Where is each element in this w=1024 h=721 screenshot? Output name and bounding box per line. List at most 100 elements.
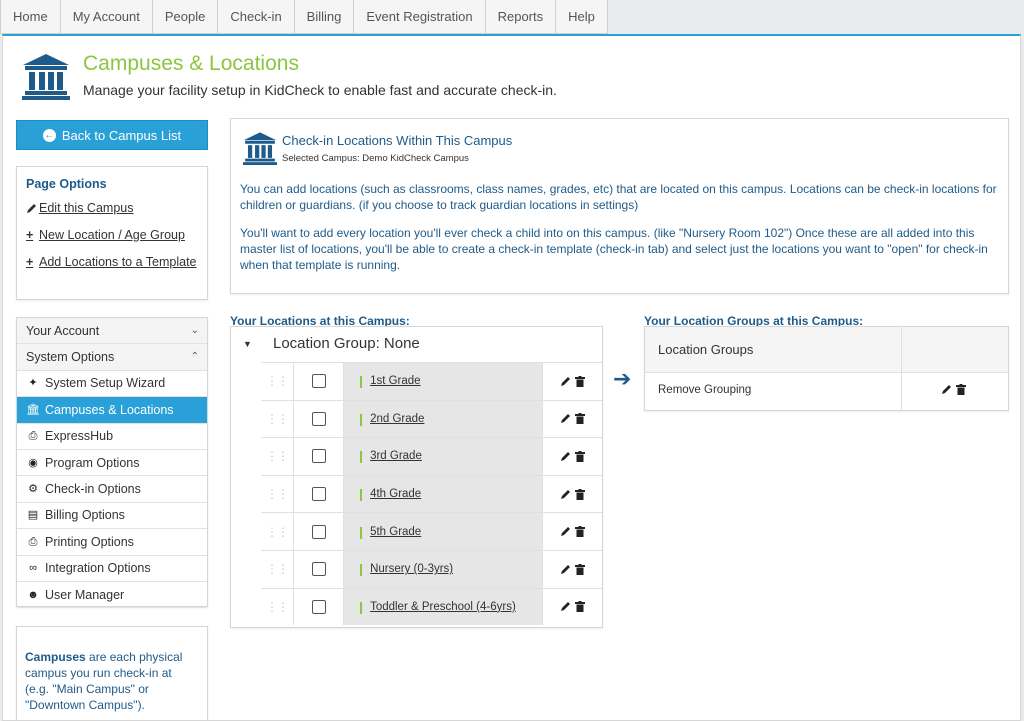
menu-item-program-options[interactable]: ◉ Program Options <box>17 450 207 477</box>
menu-item-printing-options[interactable]: ⎙ Printing Options <box>17 529 207 556</box>
edit-campus-label: Edit this Campus <box>39 201 134 215</box>
menu-item-billing-options[interactable]: ▤ Billing Options <box>17 503 207 530</box>
nav-tab-billing[interactable]: Billing <box>294 0 355 34</box>
nav-tab-my-account[interactable]: My Account <box>60 0 153 34</box>
back-button-label: Back to Campus List <box>61 127 182 143</box>
nav-tab-help[interactable]: Help <box>556 0 608 34</box>
printer-icon: ⎙ <box>28 430 38 443</box>
add-locations-template-link[interactable]: + Add Locations to a Template <box>26 255 198 269</box>
trash-icon[interactable] <box>575 526 585 538</box>
location-name-cell: ❙ Nursery (0-3yrs) <box>344 550 543 588</box>
menu-item-campuses-locations[interactable]: 🏛 Campuses & Locations <box>17 397 207 424</box>
nav-tab-reports[interactable]: Reports <box>485 0 557 34</box>
location-name-link[interactable]: 3rd Grade <box>370 450 422 462</box>
caret-down-icon: ▼ <box>243 339 252 349</box>
intro-title: Check-in Locations Within This Campus <box>282 133 513 148</box>
nav-tab-check-in[interactable]: Check-in <box>218 0 295 34</box>
locations-panel: ▼ Location Group: None ⋮⋮ ❙ 1st Grade ⋮⋮ … <box>230 326 603 628</box>
table-row: ⋮⋮ ❙ 1st Grade <box>261 362 602 400</box>
location-name-link[interactable]: 2nd Grade <box>370 413 424 425</box>
group-name: Remove Grouping <box>658 384 752 396</box>
menu-item-label: Printing Options <box>45 534 134 549</box>
printer-icon: ⎙ <box>28 535 38 548</box>
drag-handle-icon[interactable]: ⋮⋮ <box>261 400 294 438</box>
child-icon: ❙ <box>356 449 367 464</box>
location-checkbox-cell <box>294 438 344 475</box>
menu-item-user-manager[interactable]: ☻ User Manager <box>17 582 207 609</box>
building-columns-icon <box>21 52 71 100</box>
location-checkbox-cell <box>294 588 344 626</box>
your-account-label: Your Account <box>26 323 100 338</box>
location-checkbox[interactable] <box>311 487 326 502</box>
drag-handle-icon[interactable]: ⋮⋮ <box>261 513 294 550</box>
pencil-icon[interactable] <box>560 526 571 537</box>
edit-campus-link[interactable]: Edit this Campus <box>26 201 198 215</box>
back-to-campus-list-button[interactable]: ← Back to Campus List <box>16 120 208 150</box>
row-actions <box>543 401 602 438</box>
campuses-info-box: Campuses are each physical campus you ru… <box>16 626 208 720</box>
location-checkbox[interactable] <box>311 374 326 389</box>
location-groups-header-label: Location Groups <box>658 342 754 357</box>
your-account-toggle[interactable]: Your Account ⌄ <box>17 318 207 345</box>
nav-tab-event-registration[interactable]: Event Registration <box>354 0 486 34</box>
pencil-icon[interactable] <box>941 384 952 395</box>
pencil-icon[interactable] <box>560 489 571 500</box>
menu-item-check-in-options[interactable]: ⚙ Check-in Options <box>17 476 207 503</box>
menu-item-label: Integration Options <box>45 561 151 576</box>
drag-handle-icon[interactable]: ⋮⋮ <box>261 438 294 475</box>
location-checkbox[interactable] <box>311 411 326 426</box>
location-checkbox[interactable] <box>311 449 326 464</box>
menu-item-label: Billing Options <box>45 508 125 523</box>
location-checkbox[interactable] <box>311 599 326 614</box>
trash-icon[interactable] <box>956 384 966 395</box>
trash-icon[interactable] <box>575 563 585 575</box>
location-name-cell: ❙ 3rd Grade <box>344 438 543 475</box>
pencil-icon[interactable] <box>560 376 571 387</box>
menu-item-expresshub[interactable]: ⎙ ExpressHub <box>17 424 207 450</box>
location-name-link[interactable]: 1st Grade <box>370 375 421 387</box>
page-options-panel: Page Options Edit this Campus + New Loca… <box>16 166 208 300</box>
page-subtitle: Manage your facility setup in KidCheck t… <box>83 82 557 98</box>
trash-icon[interactable] <box>575 375 585 387</box>
location-checkbox[interactable] <box>311 562 326 577</box>
location-name-link[interactable]: 5th Grade <box>370 526 421 538</box>
menu-item-label: User Manager <box>45 587 125 602</box>
nav-tab-home[interactable]: Home <box>0 0 61 34</box>
menu-item-integration-options[interactable]: ∞ Integration Options <box>17 556 207 582</box>
location-group-header[interactable]: ▼ Location Group: None <box>231 327 602 363</box>
gears-icon: ⚙ <box>28 483 38 496</box>
intro-paragraph-2: You'll want to add every location you'll… <box>240 226 988 272</box>
menu-item-label: Campuses & Locations <box>45 402 174 417</box>
location-name-link[interactable]: Nursery (0-3yrs) <box>370 563 453 575</box>
row-actions <box>941 384 966 395</box>
chevron-up-icon: ⌃ <box>190 351 199 363</box>
menu-item-system-setup-wizard[interactable]: ✦ System Setup Wizard <box>17 371 207 398</box>
pencil-icon[interactable] <box>560 451 571 462</box>
pencil-icon[interactable] <box>560 564 571 575</box>
location-checkbox[interactable] <box>311 524 326 539</box>
row-actions <box>543 476 602 513</box>
drag-handle-icon[interactable]: ⋮⋮ <box>261 363 294 400</box>
new-location-link[interactable]: + New Location / Age Group <box>26 228 198 242</box>
trash-icon[interactable] <box>575 601 585 613</box>
drag-handle-icon[interactable]: ⋮⋮ <box>261 588 294 626</box>
users-icon: ☻ <box>27 588 39 601</box>
trash-icon[interactable] <box>575 450 585 462</box>
table-row: ⋮⋮ ❙ 3rd Grade <box>261 437 602 475</box>
building-columns-icon <box>242 131 278 165</box>
drag-handle-icon[interactable]: ⋮⋮ <box>261 550 294 588</box>
nav-tab-people[interactable]: People <box>152 0 219 34</box>
location-checkbox-cell <box>294 363 344 400</box>
new-location-label: New Location / Age Group <box>39 228 185 242</box>
trash-icon[interactable] <box>575 413 585 425</box>
mask-icon: ◉ <box>28 456 38 469</box>
trash-icon[interactable] <box>575 488 585 500</box>
location-name-link[interactable]: 4th Grade <box>370 488 421 500</box>
drag-handle-icon[interactable]: ⋮⋮ <box>261 475 294 513</box>
pencil-icon[interactable] <box>560 413 571 424</box>
child-icon: ❙ <box>356 411 367 426</box>
location-name-link[interactable]: Toddler & Preschool (4-6yrs) <box>370 601 516 613</box>
system-options-toggle[interactable]: System Options ⌃ <box>17 344 207 371</box>
location-groups-panel: Location Groups Remove Grouping <box>644 326 1009 411</box>
pencil-icon[interactable] <box>560 601 571 612</box>
